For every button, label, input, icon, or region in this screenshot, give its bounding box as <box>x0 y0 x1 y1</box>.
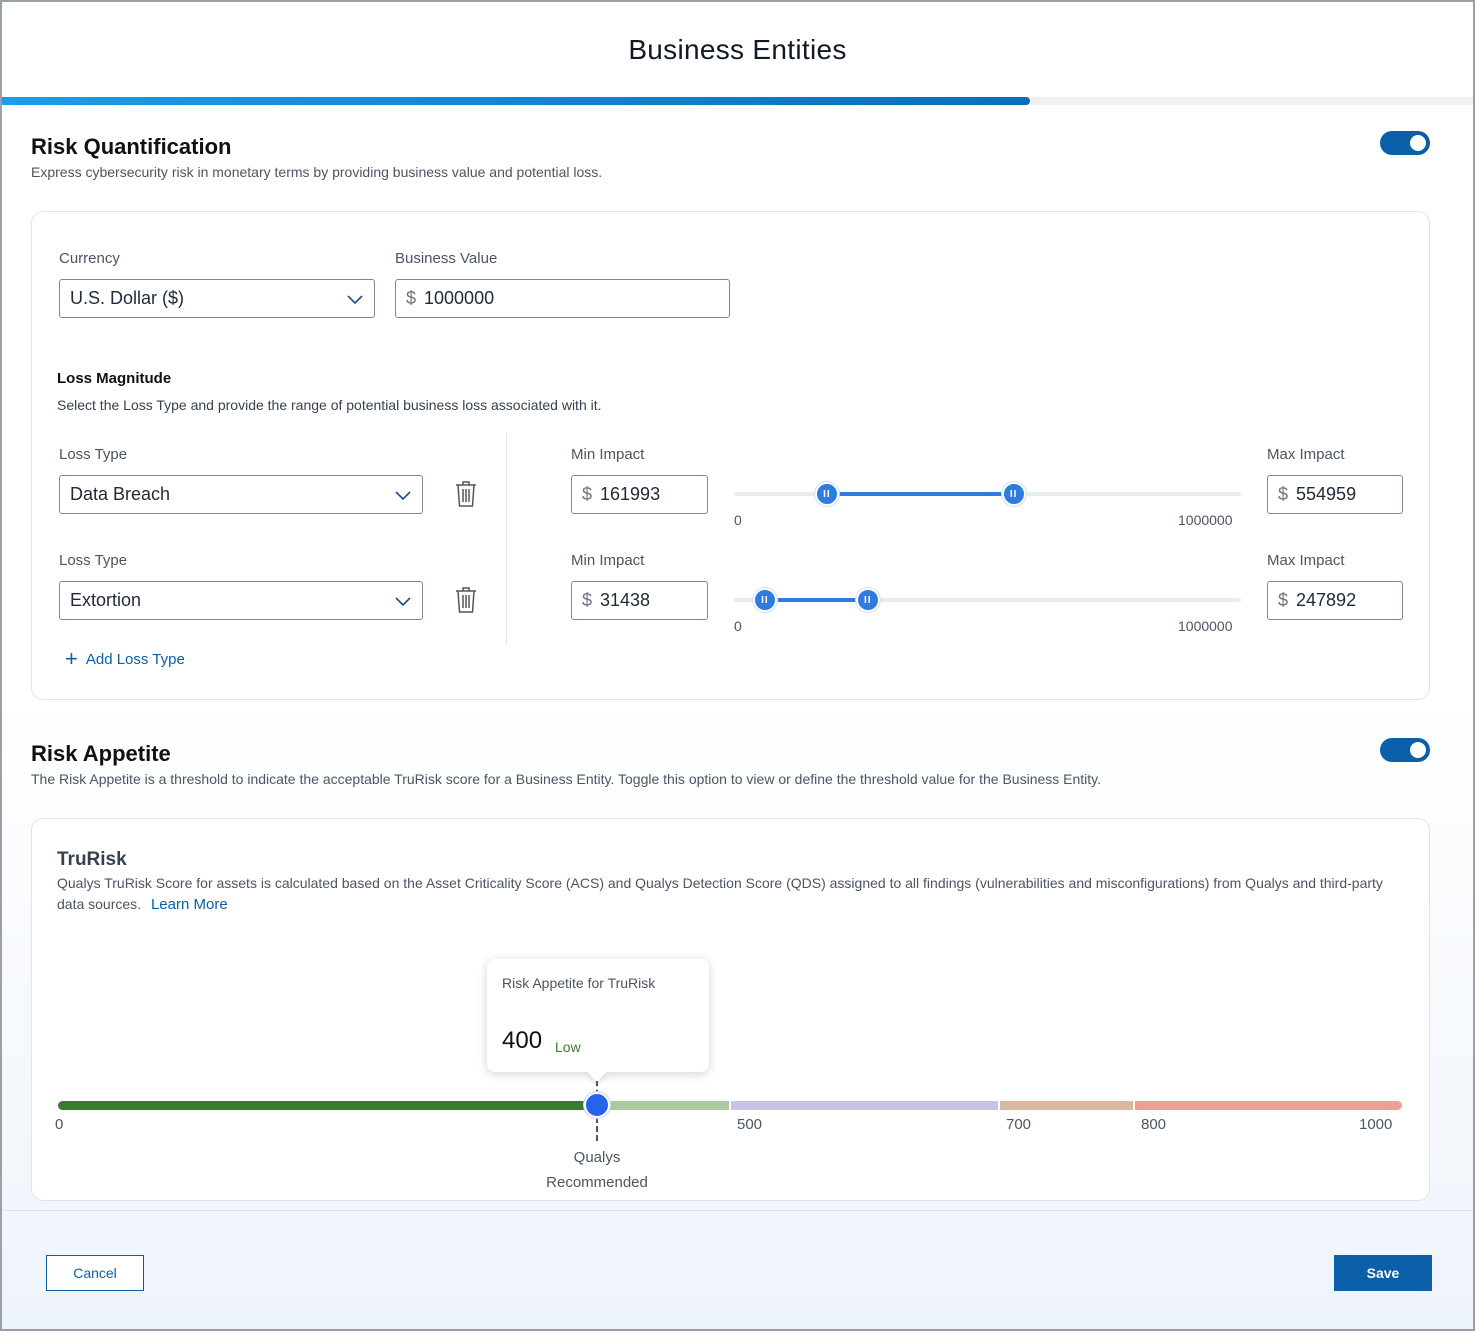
loss-type-value: Extortion <box>70 590 142 610</box>
slider-max-label: 1000000 <box>1178 618 1233 634</box>
max-impact-label: Max Impact <box>1267 446 1345 463</box>
slider-min-label: 0 <box>734 512 742 528</box>
cancel-button[interactable]: Cancel <box>46 1255 144 1291</box>
trurisk-slider-handle[interactable] <box>584 1092 610 1118</box>
scale-label-800: 800 <box>1141 1116 1167 1133</box>
trurisk-description: Qualys TruRisk Score for assets is calcu… <box>57 873 1397 915</box>
scale-label-1000: 1000 <box>1359 1116 1393 1133</box>
loss-magnitude-description: Select the Loss Type and provide the ran… <box>57 397 602 413</box>
loss-magnitude-title: Loss Magnitude <box>57 370 172 387</box>
save-button[interactable]: Save <box>1334 1255 1432 1291</box>
footer <box>2 1210 1473 1329</box>
impact-slider-track[interactable] <box>734 492 1241 496</box>
risk-quantification-card: Currency U.S. Dollar ($) Business Value … <box>31 211 1430 700</box>
learn-more-link[interactable]: Learn More <box>151 896 228 913</box>
loss-type-label: Loss Type <box>59 446 128 463</box>
business-value-label: Business Value <box>395 250 498 267</box>
scale-segment-medium <box>731 1101 999 1110</box>
min-impact-label: Min Impact <box>571 446 645 463</box>
modal-frame: Business Entities Risk Quantification Ex… <box>0 0 1475 1331</box>
chevron-down-icon <box>347 295 363 305</box>
recommended-marker-bottom <box>596 1117 598 1141</box>
trurisk-title: TruRisk <box>57 849 127 870</box>
min-slider-handle[interactable]: II <box>752 588 777 612</box>
max-impact-value: 247892 <box>1296 590 1357 610</box>
loss-type-select[interactable]: Data Breach <box>59 475 423 514</box>
toggle-knob <box>1410 742 1426 758</box>
add-loss-type-button[interactable]: + Add Loss Type <box>65 648 185 670</box>
max-impact-label: Max Impact <box>1267 552 1345 569</box>
min-impact-value: 31438 <box>600 590 651 610</box>
min-impact-input[interactable]: $ 31438 <box>571 581 708 620</box>
max-slider-handle[interactable]: II <box>855 588 880 612</box>
max-impact-value: 554959 <box>1296 484 1357 504</box>
vertical-divider <box>506 433 507 645</box>
min-slider-handle[interactable]: II <box>814 482 839 506</box>
max-impact-input[interactable]: $ 247892 <box>1267 581 1403 620</box>
trurisk-description-text: Qualys TruRisk Score for assets is calcu… <box>57 875 1383 912</box>
business-value-text: 1000000 <box>424 288 495 308</box>
plus-icon: + <box>65 646 78 671</box>
dollar-sign: $ <box>582 590 593 610</box>
business-value-input[interactable]: $ 1000000 <box>395 279 730 318</box>
toggle-knob <box>1410 135 1426 151</box>
chevron-down-icon <box>395 491 411 501</box>
trurisk-card: TruRisk Qualys TruRisk Score for assets … <box>31 818 1430 1201</box>
impact-slider-range <box>826 492 1014 496</box>
loss-type-label: Loss Type <box>59 552 128 569</box>
scale-segment-high <box>1000 1101 1133 1110</box>
dollar-sign: $ <box>582 484 593 504</box>
trash-icon[interactable] <box>455 480 477 508</box>
header: Business Entities <box>2 2 1473 98</box>
qualys-recommended-label: Qualys Recommended <box>527 1145 667 1195</box>
risk-quantification-description: Express cybersecurity risk in monetary t… <box>31 164 603 180</box>
scale-label-0: 0 <box>55 1116 64 1133</box>
scale-label-500: 500 <box>737 1116 763 1133</box>
recommended-line-2: Recommended <box>546 1174 648 1191</box>
trash-icon[interactable] <box>455 586 477 614</box>
scale-label-700: 700 <box>1006 1116 1032 1133</box>
trurisk-value: 400 <box>502 1027 543 1054</box>
progress-bar <box>2 97 1473 105</box>
risk-appetite-description: The Risk Appetite is a threshold to indi… <box>31 771 1102 787</box>
dollar-sign: $ <box>406 288 417 308</box>
risk-appetite-tooltip: Risk Appetite for TruRisk 400 Low <box>487 959 709 1082</box>
currency-label: Currency <box>59 250 120 267</box>
slider-min-label: 0 <box>734 618 742 634</box>
chevron-down-icon <box>395 597 411 607</box>
trurisk-scale[interactable] <box>58 1101 1404 1110</box>
risk-quantification-title: Risk Quantification <box>31 134 232 159</box>
max-impact-input[interactable]: $ 554959 <box>1267 475 1403 514</box>
slider-max-label: 1000000 <box>1178 512 1233 528</box>
scale-segment-low <box>596 1101 729 1110</box>
recommended-line-1: Qualys <box>573 1149 621 1166</box>
loss-type-value: Data Breach <box>70 484 171 504</box>
min-impact-input[interactable]: $ 161993 <box>571 475 708 514</box>
page-title: Business Entities <box>628 34 847 65</box>
max-slider-handle[interactable]: II <box>1001 482 1026 506</box>
impact-slider-track[interactable] <box>734 598 1241 602</box>
risk-quantification-toggle[interactable] <box>1380 131 1430 155</box>
risk-appetite-toggle[interactable] <box>1380 738 1430 762</box>
add-loss-type-label: Add Loss Type <box>85 650 185 668</box>
dollar-sign: $ <box>1278 484 1289 504</box>
progress-fill <box>2 97 1031 105</box>
impact-slider-range <box>764 598 868 602</box>
tooltip-title: Risk Appetite for TruRisk <box>502 975 656 991</box>
risk-appetite-title: Risk Appetite <box>31 741 171 766</box>
tooltip-arrow <box>587 1062 607 1082</box>
loss-type-select[interactable]: Extortion <box>59 581 423 620</box>
dollar-sign: $ <box>1278 590 1289 610</box>
trurisk-level: Low <box>555 1039 581 1055</box>
currency-select[interactable]: U.S. Dollar ($) <box>59 279 375 318</box>
scale-segment-critical <box>1134 1101 1402 1110</box>
min-impact-label: Min Impact <box>571 552 645 569</box>
scale-segment-selected <box>58 1101 595 1110</box>
currency-value: U.S. Dollar ($) <box>70 288 185 308</box>
min-impact-value: 161993 <box>600 484 661 504</box>
